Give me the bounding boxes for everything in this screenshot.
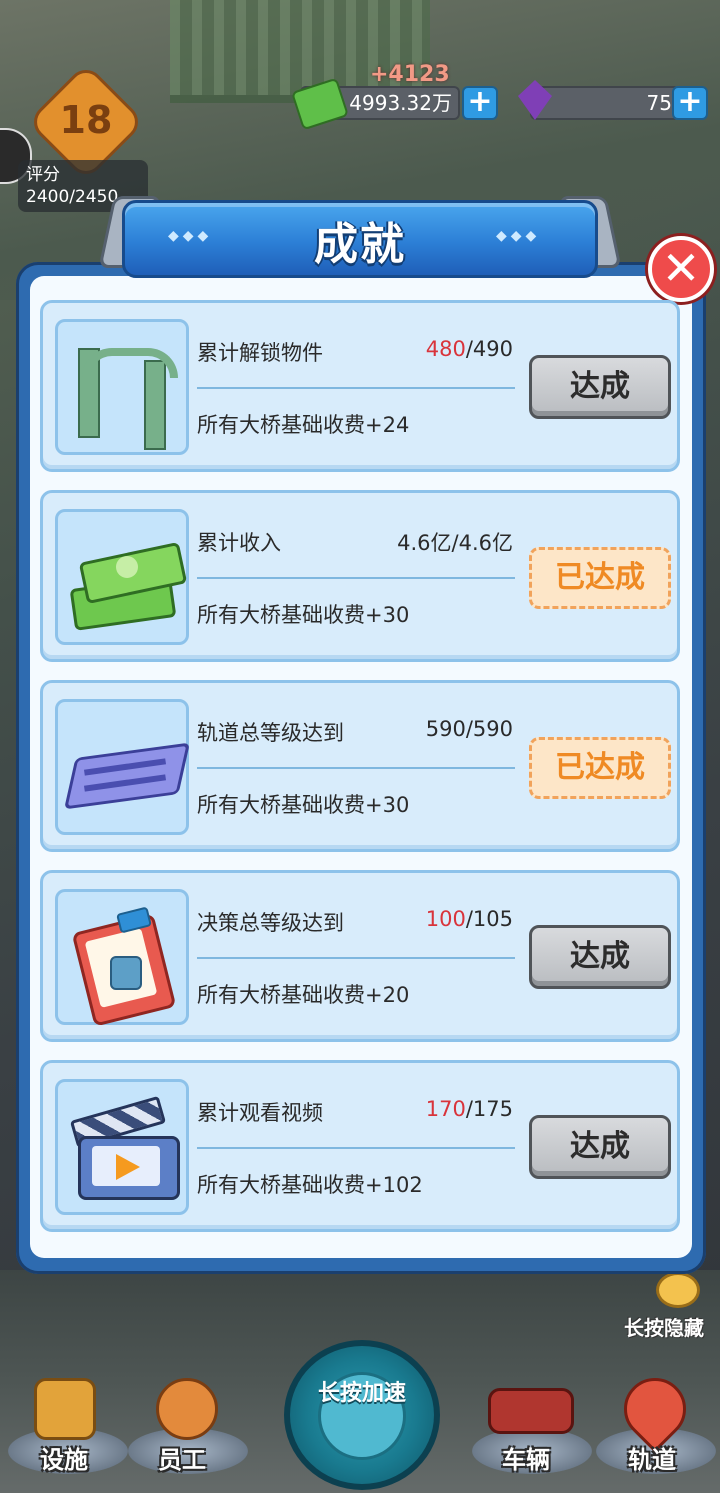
worker-helmet-icon <box>156 1378 218 1440</box>
close-button[interactable]: ✕ <box>648 236 714 302</box>
progress-total: /490 <box>465 337 513 361</box>
facility-box-icon <box>34 1378 96 1440</box>
divider <box>197 577 515 579</box>
achievement-card: 轨道总等级达到 590/590 所有大桥基础收费+30 已达成 <box>40 680 680 852</box>
divider <box>197 1147 515 1149</box>
achieve-button[interactable]: 达成 <box>529 1115 671 1179</box>
achievement-progress: 480/490 <box>426 337 513 361</box>
achievement-reward: 所有大桥基础收费+30 <box>197 793 410 817</box>
achievement-card: 累计收入 4.6亿/4.6亿 所有大桥基础收费+30 已达成 <box>40 490 680 662</box>
achievement-name: 累计观看视频 <box>197 1101 323 1125</box>
level-number: 18 <box>59 98 113 142</box>
nav-facilities[interactable]: 设施 <box>40 1440 88 1475</box>
achievement-reward: 所有大桥基础收费+24 <box>197 413 410 437</box>
achieve-button[interactable]: 达成 <box>529 925 671 989</box>
income-delta: +4123 <box>370 62 450 87</box>
progress-current: 100 <box>425 907 466 931</box>
add-money-button[interactable]: + <box>462 86 498 120</box>
achievement-progress: 170/175 <box>426 1097 513 1121</box>
achievement-progress: 100/105 <box>426 907 513 931</box>
achieved-badge: 已达成 <box>529 737 671 799</box>
arch-gate-icon <box>55 319 189 455</box>
add-gem-button[interactable]: + <box>672 86 708 120</box>
achievement-reward: 所有大桥基础收费+30 <box>197 603 410 627</box>
achievement-card: 累计观看视频 170/175 所有大桥基础收费+102 达成 <box>40 1060 680 1232</box>
progress-total: /590 <box>465 717 513 741</box>
divider <box>197 767 515 769</box>
divider <box>197 957 515 959</box>
achievement-reward: 所有大桥基础收费+20 <box>197 983 410 1007</box>
track-rail-icon <box>55 699 191 835</box>
achievement-progress: 590/590 <box>426 717 513 741</box>
cash-stack-icon <box>55 509 189 645</box>
progress-total: /175 <box>465 1097 513 1121</box>
progress-current: 480 <box>425 337 466 361</box>
achievement-name: 累计解锁物件 <box>197 341 323 365</box>
gem-counter: 75 <box>530 86 680 120</box>
clipboard-stamp-icon <box>55 889 189 1027</box>
achievement-reward: 所有大桥基础收费+102 <box>197 1173 423 1197</box>
progress-current: 4.6亿 <box>397 531 452 555</box>
speed-up-label: 长按加速 <box>318 1381 407 1406</box>
achievement-name: 决策总等级达到 <box>197 911 344 935</box>
eye-icon[interactable] <box>656 1272 700 1308</box>
progress-current: 170 <box>425 1097 466 1121</box>
achievement-progress: 4.6亿/4.6亿 <box>397 527 513 557</box>
nav-vehicles[interactable]: 车辆 <box>502 1440 550 1475</box>
dialog-title: 成就 <box>314 219 406 270</box>
nav-tracks[interactable]: 轨道 <box>628 1440 676 1475</box>
nav-staff[interactable]: 员工 <box>158 1440 206 1475</box>
achievement-name: 累计收入 <box>197 531 281 555</box>
progress-total: /4.6亿 <box>451 531 513 555</box>
achieved-badge: 已达成 <box>529 547 671 609</box>
score-label: 评分 <box>26 165 60 185</box>
video-clapper-icon <box>55 1079 189 1215</box>
achieve-button[interactable]: 达成 <box>529 355 671 419</box>
hide-ui-hint[interactable]: 长按隐藏 <box>624 1312 704 1341</box>
achievement-card: 累计解锁物件 480/490 所有大桥基础收费+24 达成 <box>40 300 680 472</box>
progress-current: 590 <box>425 717 466 741</box>
car-icon <box>488 1388 574 1434</box>
progress-total: /105 <box>465 907 513 931</box>
achievement-card: 决策总等级达到 100/105 所有大桥基础收费+20 达成 <box>40 870 680 1042</box>
achievement-name: 轨道总等级达到 <box>197 721 344 745</box>
divider <box>197 387 515 389</box>
